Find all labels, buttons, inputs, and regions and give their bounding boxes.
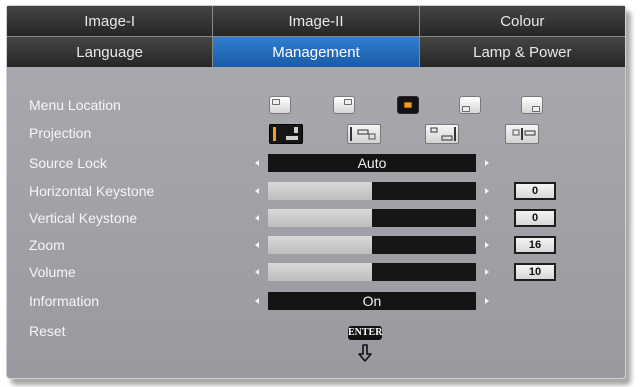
vertical-keystone-value: 0	[514, 209, 556, 227]
tab-colour[interactable]: Colour	[419, 6, 625, 36]
projection-front-desktop-icon[interactable]	[269, 124, 303, 144]
horizontal-keystone-label: Horizontal Keystone	[29, 183, 155, 199]
horizontal-keystone-value: 0	[514, 182, 556, 200]
projection-rear-desktop-icon[interactable]	[347, 124, 381, 144]
tab-image-ii[interactable]: Image-II	[213, 6, 420, 36]
volume-label: Volume	[29, 264, 76, 280]
volume-fill	[268, 263, 372, 281]
tab-management[interactable]: Management	[213, 37, 420, 67]
horizontal-keystone-left-arrow-icon[interactable]	[255, 188, 259, 194]
source-lock-right-arrow-icon[interactable]	[485, 160, 489, 166]
osd-menu: Image-I Image-II Colour Language Managem…	[6, 5, 626, 379]
volume-slider[interactable]	[268, 263, 476, 281]
tab-image-i[interactable]: Image-I	[7, 6, 214, 36]
vertical-keystone-label: Vertical Keystone	[29, 210, 138, 226]
vertical-keystone-slider[interactable]	[268, 209, 476, 227]
source-lock-label: Source Lock	[29, 155, 107, 171]
zoom-slider[interactable]	[268, 236, 476, 254]
information-label: Information	[29, 293, 100, 309]
information-value[interactable]: On	[268, 292, 476, 310]
tab-lamp-power[interactable]: Lamp & Power	[419, 37, 625, 67]
tab-language[interactable]: Language	[7, 37, 214, 67]
tab-row-top: Image-I Image-II Colour	[7, 6, 625, 36]
reset-label: Reset	[29, 323, 66, 339]
horizontal-keystone-fill	[268, 182, 372, 200]
vertical-keystone-fill	[268, 209, 372, 227]
reset-enter-button[interactable]: ENTER	[348, 326, 382, 340]
zoom-fill	[268, 236, 372, 254]
zoom-label: Zoom	[29, 237, 65, 253]
horizontal-keystone-slider[interactable]	[268, 182, 476, 200]
vertical-keystone-right-arrow-icon[interactable]	[485, 215, 489, 221]
volume-right-arrow-icon[interactable]	[485, 269, 489, 275]
source-lock-left-arrow-icon[interactable]	[255, 160, 259, 166]
horizontal-keystone-right-arrow-icon[interactable]	[485, 188, 489, 194]
projection-label: Projection	[29, 125, 92, 141]
menu-location-bottom-left-icon[interactable]	[459, 96, 481, 114]
volume-value: 10	[514, 263, 556, 281]
information-right-arrow-icon[interactable]	[485, 298, 489, 304]
menu-location-centre-icon[interactable]	[397, 96, 419, 114]
volume-left-arrow-icon[interactable]	[255, 269, 259, 275]
information-left-arrow-icon[interactable]	[255, 298, 259, 304]
menu-location-label: Menu Location	[29, 97, 121, 113]
zoom-right-arrow-icon[interactable]	[485, 242, 489, 248]
menu-location-bottom-right-icon[interactable]	[521, 96, 543, 114]
zoom-left-arrow-icon[interactable]	[255, 242, 259, 248]
projection-rear-ceiling-icon[interactable]	[505, 124, 539, 144]
vertical-keystone-left-arrow-icon[interactable]	[255, 215, 259, 221]
menu-location-top-right-icon[interactable]	[333, 96, 355, 114]
zoom-value: 16	[514, 236, 556, 254]
source-lock-value[interactable]: Auto	[268, 154, 476, 172]
projection-front-ceiling-icon[interactable]	[425, 124, 459, 144]
menu-location-top-left-icon[interactable]	[269, 96, 291, 114]
tab-row-bottom: Language Management Lamp & Power	[7, 37, 625, 67]
down-arrow-icon	[356, 343, 374, 363]
